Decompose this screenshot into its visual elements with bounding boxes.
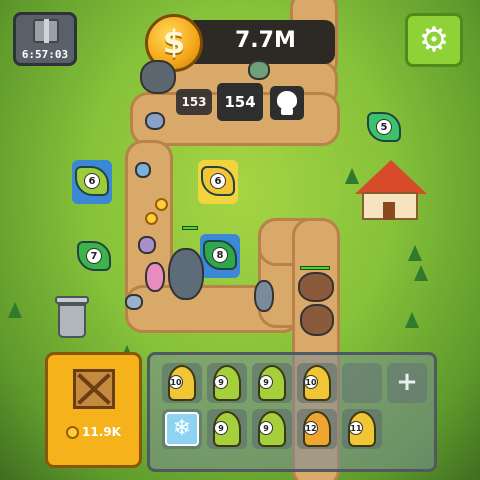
enemy (135, 162, 151, 178)
coin-symbol: $ (162, 23, 186, 61)
gear-icon: ⚙ (418, 20, 450, 60)
enemy (248, 60, 270, 80)
tower-item-level: 9 (259, 375, 273, 389)
inventory-slot[interactable]: 9 (252, 409, 292, 449)
tree (408, 245, 422, 261)
coin-drop-icon (155, 198, 168, 211)
game-field: 6:57:03 7.7M $ ⚙ 153 154 6 6 7 8 5 11.9K… (0, 0, 480, 480)
shop-price-value: 11.9K (82, 425, 121, 439)
enemy (140, 60, 176, 94)
gift-button[interactable]: 6:57:03 (13, 12, 77, 66)
tower-item-level: 10 (169, 375, 183, 389)
tower-item-level: 9 (214, 375, 228, 389)
house-roof (355, 160, 427, 194)
tower-item-level: 9 (259, 421, 273, 435)
currency-amount: 7.7M (235, 28, 296, 53)
gift-timer: 6:57:03 (21, 48, 69, 61)
tree (8, 302, 22, 318)
inventory-slot[interactable]: 11 (342, 409, 382, 449)
enemy (145, 112, 165, 130)
inventory-slot[interactable]: 10 (162, 363, 202, 403)
tower-level: 6 (84, 173, 100, 189)
enemy (145, 262, 165, 292)
inventory-slot[interactable]: 9 (252, 363, 292, 403)
tower-item-level: 9 (214, 421, 228, 435)
tower-level: 5 (376, 119, 392, 135)
enemy-health-bar (182, 226, 198, 230)
tower-item-level: 12 (304, 421, 318, 435)
enemy (298, 272, 334, 302)
trash-can-icon[interactable] (55, 296, 89, 338)
skull-icon[interactable] (270, 86, 304, 120)
enemy (125, 294, 143, 310)
trash-body (58, 304, 86, 338)
inventory-slot[interactable]: 10 (297, 363, 337, 403)
current-wave-counter: 154 (217, 83, 263, 121)
tower-slot[interactable]: 5 (364, 106, 404, 150)
enemy-health-bar (300, 266, 330, 270)
tower-item-level: 10 (304, 375, 318, 389)
shop-price: 11.9K (48, 425, 139, 439)
tower-level: 6 (210, 173, 226, 189)
snowflake-icon[interactable]: ❄ (165, 412, 199, 446)
inventory-slot[interactable]: 9 (207, 363, 247, 403)
enemy (168, 248, 204, 300)
enemy (300, 304, 334, 336)
tower-level: 7 (86, 248, 102, 264)
inventory-slot[interactable]: 12 (297, 409, 337, 449)
trash-lid (55, 296, 89, 304)
tree (414, 265, 428, 281)
tower-level: 8 (212, 247, 228, 263)
tower-slot[interactable]: 6 (198, 160, 238, 204)
buy-tower-button[interactable]: 11.9K (45, 352, 142, 468)
tower-slot[interactable]: 7 (74, 235, 114, 279)
tree (345, 168, 359, 184)
previous-wave-counter: 153 (176, 89, 212, 115)
add-slot-button[interactable]: + (387, 363, 427, 403)
tree (405, 312, 419, 328)
enemy (138, 236, 156, 254)
tower-slot[interactable]: 8 (200, 234, 240, 278)
coin-drop-icon (145, 212, 158, 225)
inventory-slot[interactable] (342, 363, 382, 403)
currency-display: 7.7M (185, 20, 335, 64)
house-door (383, 202, 395, 220)
plus-icon: + (396, 367, 418, 397)
tower-inventory: 10 9 9 10 + ❄ 9 9 12 11 (147, 352, 437, 472)
settings-button[interactable]: ⚙ (405, 13, 463, 67)
tower-slot[interactable]: 6 (72, 160, 112, 204)
coin-icon (66, 426, 80, 439)
gift-icon (33, 19, 59, 43)
inventory-slot[interactable]: ❄ (162, 409, 202, 449)
tower-item-level: 11 (349, 421, 363, 435)
enemy (254, 280, 274, 312)
crate-icon (73, 369, 115, 409)
inventory-slot[interactable]: 9 (207, 409, 247, 449)
